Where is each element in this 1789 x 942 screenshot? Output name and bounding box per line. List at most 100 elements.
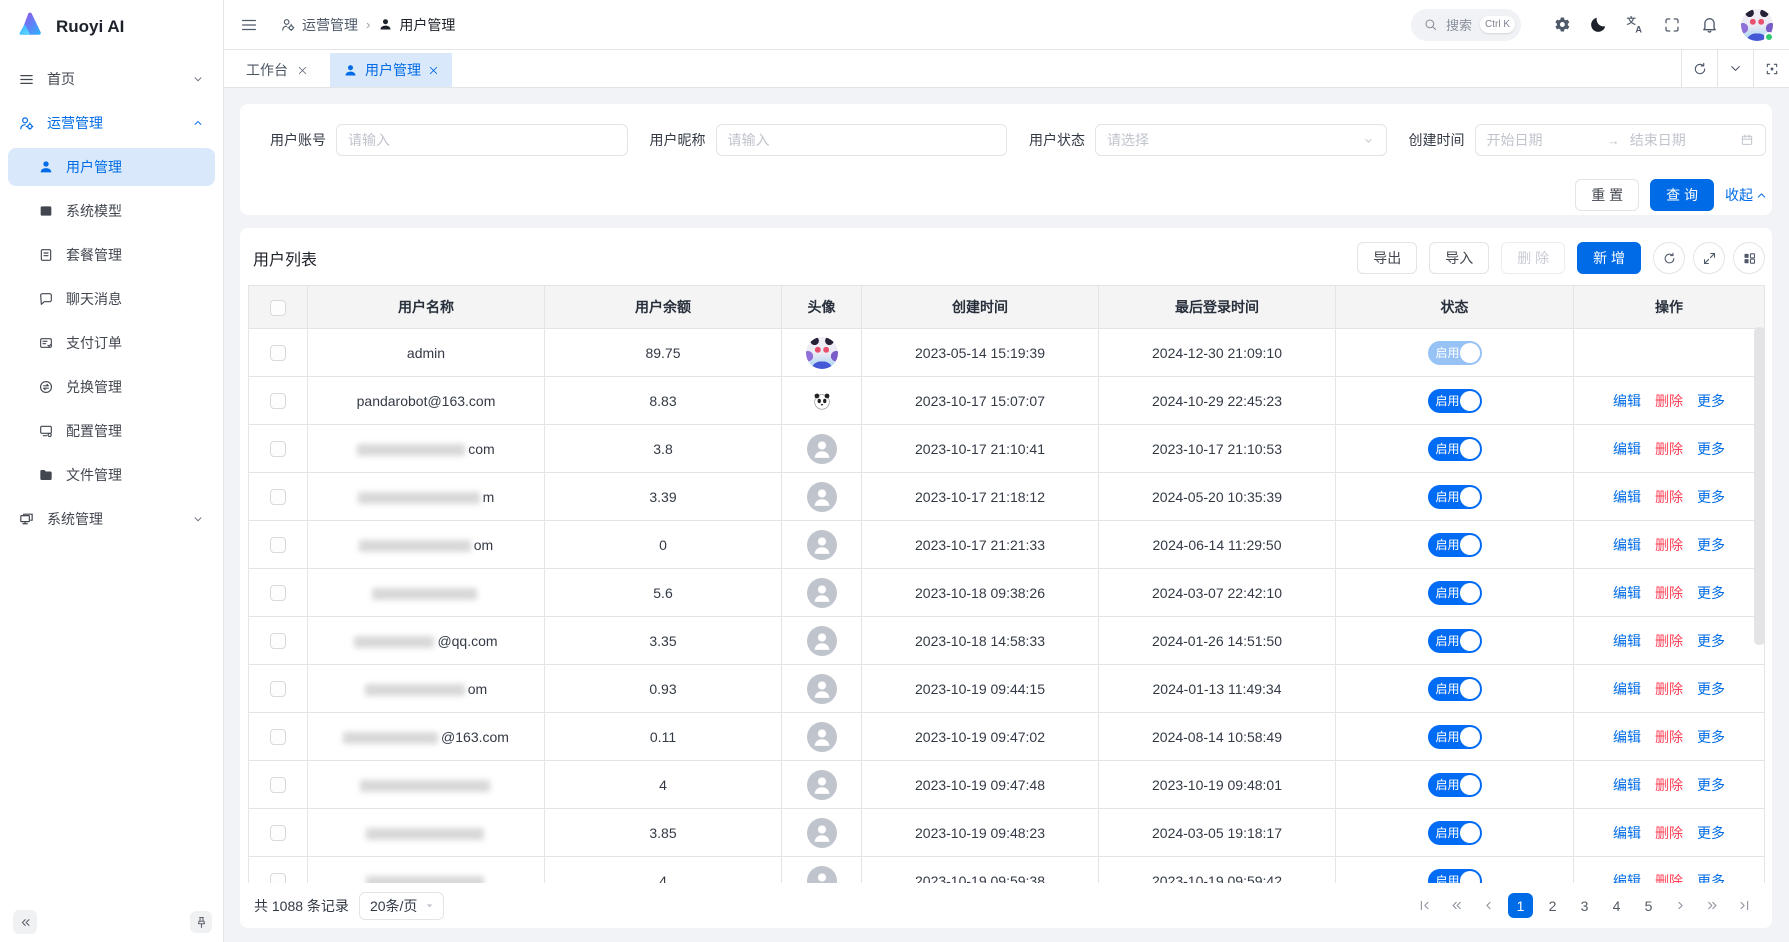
row-checkbox[interactable] (270, 441, 286, 457)
pagination-page-1[interactable]: 1 (1508, 893, 1533, 918)
filter-created-control[interactable]: 开始日期→结束日期 (1475, 124, 1767, 156)
edit-link[interactable]: 编辑 (1613, 873, 1641, 884)
delete-link[interactable]: 删除 (1655, 489, 1683, 505)
page-size-select[interactable]: 20条/页 (359, 892, 444, 920)
more-link[interactable]: 更多 (1697, 873, 1725, 884)
pagination-back5[interactable] (1444, 893, 1469, 918)
settings-gear-icon[interactable] (1544, 8, 1578, 42)
column-header[interactable]: 头像 (782, 286, 862, 329)
delete-link[interactable]: 删除 (1655, 633, 1683, 649)
edit-link[interactable]: 编辑 (1613, 729, 1641, 745)
delete-link[interactable]: 删除 (1655, 681, 1683, 697)
delete-link[interactable]: 删除 (1655, 825, 1683, 841)
row-checkbox[interactable] (270, 633, 286, 649)
more-link[interactable]: 更多 (1697, 633, 1725, 649)
sidebar-item-config[interactable]: 配置管理 (8, 412, 215, 450)
pagination-page-5[interactable]: 5 (1636, 893, 1661, 918)
row-checkbox[interactable] (270, 537, 286, 553)
pagination-next[interactable] (1668, 893, 1693, 918)
sidebar-collapse-button[interactable] (13, 910, 37, 934)
more-link[interactable]: 更多 (1697, 681, 1725, 697)
column-header[interactable]: 用户余额 (545, 286, 782, 329)
status-toggle[interactable]: 启用 (1428, 725, 1482, 749)
status-toggle[interactable]: 启用 (1428, 485, 1482, 509)
user-avatar[interactable] (1741, 9, 1773, 41)
add-button[interactable]: 新 增 (1577, 242, 1641, 274)
delete-link[interactable]: 删除 (1655, 537, 1683, 553)
table-refresh-icon[interactable] (1653, 242, 1685, 274)
filter-nickname-control[interactable]: 请输入 (716, 124, 1008, 156)
table-fullscreen-icon[interactable] (1693, 242, 1725, 274)
row-checkbox[interactable] (270, 729, 286, 745)
breadcrumb-ops[interactable]: 运营管理 (280, 15, 358, 35)
edit-link[interactable]: 编辑 (1613, 441, 1641, 457)
translate-icon[interactable]: 文A (1618, 8, 1652, 42)
delete-link[interactable]: 删除 (1655, 585, 1683, 601)
sidebar-item-orders[interactable]: 支付订单 (8, 324, 215, 362)
edit-link[interactable]: 编辑 (1613, 537, 1641, 553)
more-link[interactable]: 更多 (1697, 729, 1725, 745)
sidebar-item-models[interactable]: 系统模型 (8, 192, 215, 230)
delete-link[interactable]: 删除 (1655, 393, 1683, 409)
sidebar-item-plans[interactable]: 套餐管理 (8, 236, 215, 274)
sidebar-item-users[interactable]: 用户管理 (8, 148, 215, 186)
edit-link[interactable]: 编辑 (1613, 633, 1641, 649)
tab-maximize-icon[interactable] (1753, 50, 1789, 87)
status-toggle[interactable]: 启用 (1428, 581, 1482, 605)
more-link[interactable]: 更多 (1697, 585, 1725, 601)
tab-refresh-icon[interactable] (1681, 50, 1717, 87)
dark-mode-moon-icon[interactable] (1581, 8, 1615, 42)
pagination-forward5[interactable] (1700, 893, 1725, 918)
tab-workbench[interactable]: 工作台 (224, 53, 330, 87)
search-input[interactable]: 搜索 Ctrl K (1411, 9, 1521, 41)
status-toggle[interactable]: 启用 (1428, 869, 1482, 884)
row-checkbox[interactable] (270, 681, 286, 697)
status-toggle[interactable]: 启用 (1428, 821, 1482, 845)
delete-link[interactable]: 删除 (1655, 777, 1683, 793)
status-toggle[interactable]: 启用 (1428, 773, 1482, 797)
delete-button[interactable]: 删 除 (1501, 242, 1565, 274)
row-checkbox[interactable] (270, 585, 286, 601)
column-header[interactable]: 状态 (1336, 286, 1574, 329)
more-link[interactable]: 更多 (1697, 777, 1725, 793)
more-link[interactable]: 更多 (1697, 537, 1725, 553)
table-columns-icon[interactable] (1733, 242, 1765, 274)
edit-link[interactable]: 编辑 (1613, 681, 1641, 697)
delete-link[interactable]: 删除 (1655, 873, 1683, 884)
delete-link[interactable]: 删除 (1655, 441, 1683, 457)
edit-link[interactable]: 编辑 (1613, 393, 1641, 409)
pagination-first[interactable] (1412, 893, 1437, 918)
tab-users[interactable]: 用户管理 (330, 53, 452, 87)
delete-link[interactable]: 删除 (1655, 729, 1683, 745)
edit-link[interactable]: 编辑 (1613, 777, 1641, 793)
table-scrollbar[interactable] (1754, 327, 1765, 883)
row-checkbox[interactable] (270, 777, 286, 793)
hamburger-icon[interactable] (240, 16, 258, 34)
collapse-link[interactable]: 收起 (1725, 185, 1768, 205)
edit-link[interactable]: 编辑 (1613, 825, 1641, 841)
sidebar-item-home[interactable]: 首页 (8, 60, 215, 98)
status-toggle[interactable]: 启用 (1428, 389, 1482, 413)
table-scrollbar-thumb[interactable] (1754, 327, 1765, 645)
notifications-bell-icon[interactable] (1692, 8, 1726, 42)
sidebar-item-redeem[interactable]: 兑换管理 (8, 368, 215, 406)
status-toggle[interactable]: 启用 (1428, 677, 1482, 701)
more-link[interactable]: 更多 (1697, 441, 1725, 457)
more-link[interactable]: 更多 (1697, 393, 1725, 409)
column-header[interactable]: 操作 (1574, 286, 1765, 329)
edit-link[interactable]: 编辑 (1613, 489, 1641, 505)
pagination-page-4[interactable]: 4 (1604, 893, 1629, 918)
fullscreen-icon[interactable] (1655, 8, 1689, 42)
sidebar-item-files[interactable]: 文件管理 (8, 456, 215, 494)
reset-button[interactable]: 重 置 (1575, 179, 1639, 211)
column-header[interactable]: 最后登录时间 (1099, 286, 1336, 329)
edit-link[interactable]: 编辑 (1613, 585, 1641, 601)
more-link[interactable]: 更多 (1697, 825, 1725, 841)
sidebar-item-operations[interactable]: 运营管理 (8, 104, 215, 142)
pagination-last[interactable] (1732, 893, 1757, 918)
column-header[interactable]: 用户名称 (308, 286, 545, 329)
row-checkbox[interactable] (270, 873, 286, 883)
row-checkbox[interactable] (270, 393, 286, 409)
status-toggle[interactable]: 启用 (1428, 629, 1482, 653)
row-checkbox[interactable] (270, 345, 286, 361)
